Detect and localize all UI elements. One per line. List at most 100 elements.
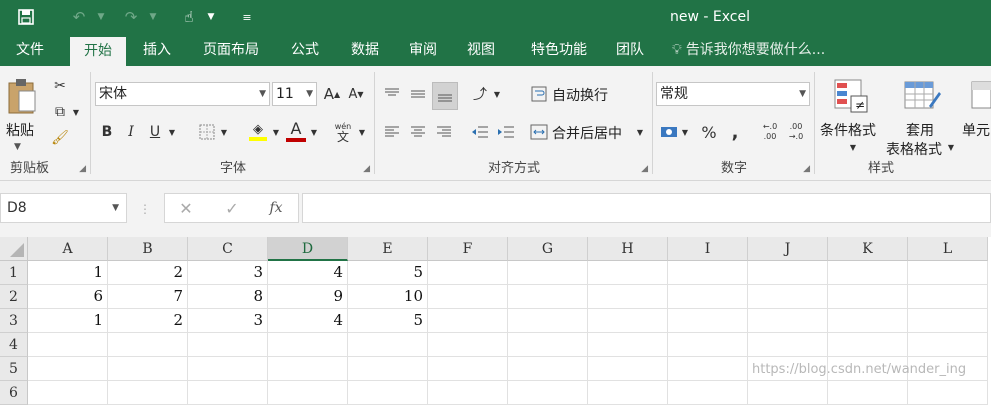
cell-styles-icon[interactable] [966,76,991,116]
cell-j4[interactable] [748,333,828,357]
cell-d6[interactable] [268,381,348,405]
align-center-icon[interactable] [406,120,430,144]
format-as-table-line2[interactable]: 表格格式 [886,139,942,159]
border-icon[interactable] [196,120,218,144]
cell-styles-button[interactable]: 单元 [962,120,990,140]
cell-g3[interactable] [508,309,588,333]
accounting-format-icon[interactable] [658,120,680,144]
tab-review[interactable]: 审阅 [394,34,452,66]
cell-h6[interactable] [588,381,668,405]
align-bottom-icon[interactable] [432,82,458,110]
cell-e1[interactable]: 5 [348,261,428,285]
font-name-select[interactable]: 宋体 ▼ [95,82,270,106]
cell-l3[interactable] [908,309,988,333]
cell-a6[interactable] [28,381,108,405]
cell-d4[interactable] [268,333,348,357]
cell-i5[interactable] [668,357,748,381]
tab-view[interactable]: 视图 [452,34,510,66]
format-as-table-line1[interactable]: 套用 [906,120,934,140]
cell-k2[interactable] [828,285,908,309]
grow-font-button[interactable]: A ▲ [322,82,342,106]
copy-icon[interactable]: ⧉ [50,102,70,122]
cell-b4[interactable] [108,333,188,357]
column-header-d[interactable]: D [268,237,348,261]
tab-insert[interactable]: 插入 [128,34,186,66]
cell-e3[interactable]: 5 [348,309,428,333]
cell-d5[interactable] [268,357,348,381]
cell-c4[interactable] [188,333,268,357]
merge-center-button[interactable]: 合并后居中 [552,123,622,143]
cell-i2[interactable] [668,285,748,309]
align-left-icon[interactable] [380,120,404,144]
bold-button[interactable]: B [96,120,118,144]
tab-formulas[interactable]: 公式 [276,34,334,66]
cell-c6[interactable] [188,381,268,405]
column-header-k[interactable]: K [828,237,908,261]
format-as-table-icon[interactable] [902,76,942,116]
cell-k3[interactable] [828,309,908,333]
cell-k4[interactable] [828,333,908,357]
cell-l6[interactable] [908,381,988,405]
cell-j1[interactable] [748,261,828,285]
cell-e2[interactable]: 10 [348,285,428,309]
cell-c5[interactable] [188,357,268,381]
cell-b3[interactable]: 2 [108,309,188,333]
cell-b2[interactable]: 7 [108,285,188,309]
cell-a2[interactable]: 6 [28,285,108,309]
italic-button[interactable]: I [120,120,142,144]
align-right-icon[interactable] [432,120,456,144]
cell-j2[interactable] [748,285,828,309]
tell-me-box[interactable]: 💡︎ 告诉我你想要做什么... [672,34,825,66]
cell-g4[interactable] [508,333,588,357]
cell-h2[interactable] [588,285,668,309]
cell-d1[interactable]: 4 [268,261,348,285]
cell-g6[interactable] [508,381,588,405]
cell-h5[interactable] [588,357,668,381]
cell-i3[interactable] [668,309,748,333]
row-header-5[interactable]: 5 [0,357,28,381]
cell-f6[interactable] [428,381,508,405]
cell-l4[interactable] [908,333,988,357]
tab-page-layout[interactable]: 页面布局 [190,34,272,66]
cell-g1[interactable] [508,261,588,285]
cell-j3[interactable] [748,309,828,333]
cell-h3[interactable] [588,309,668,333]
format-as-table-dropdown-icon[interactable]: ▼ [946,140,956,154]
row-header-3[interactable]: 3 [0,309,28,333]
font-color-button[interactable]: A [284,118,308,144]
row-header-2[interactable]: 2 [0,285,28,309]
cell-f5[interactable] [428,357,508,381]
cell-l2[interactable] [908,285,988,309]
wrap-text-button[interactable]: 自动换行 [552,85,608,105]
cell-a3[interactable]: 1 [28,309,108,333]
tab-home[interactable]: 开始 [70,37,126,66]
touch-dropdown-icon[interactable]: ▼ [204,0,218,34]
formula-input[interactable] [302,193,991,223]
font-size-select[interactable]: 11 ▼ [272,82,317,106]
row-header-6[interactable]: 6 [0,381,28,405]
conditional-formatting-icon[interactable]: ≠ [832,76,870,116]
row-header-1[interactable]: 1 [0,261,28,285]
cell-i6[interactable] [668,381,748,405]
cell-f4[interactable] [428,333,508,357]
cell-k1[interactable] [828,261,908,285]
fill-color-button[interactable]: ◈ [246,120,270,144]
phonetic-dropdown-icon[interactable]: ▼ [356,120,368,144]
cancel-entry-icon[interactable]: ✕ [173,196,199,220]
cell-c2[interactable]: 8 [188,285,268,309]
percent-button[interactable]: % [698,120,720,144]
cell-c1[interactable]: 3 [188,261,268,285]
cell-a4[interactable] [28,333,108,357]
tab-data[interactable]: 数据 [336,34,394,66]
underline-dropdown-icon[interactable]: ▼ [166,120,178,144]
cell-f3[interactable] [428,309,508,333]
column-header-f[interactable]: F [428,237,508,261]
cell-i1[interactable] [668,261,748,285]
paste-label[interactable]: 粘贴 [6,120,34,140]
cell-f1[interactable] [428,261,508,285]
border-dropdown-icon[interactable]: ▼ [218,120,230,144]
underline-button[interactable]: U [144,120,166,144]
number-launcher-icon[interactable]: ◢ [803,164,810,174]
name-box[interactable]: D8 ▼ [0,193,127,223]
touch-mode-icon[interactable]: ☝ [176,0,202,34]
